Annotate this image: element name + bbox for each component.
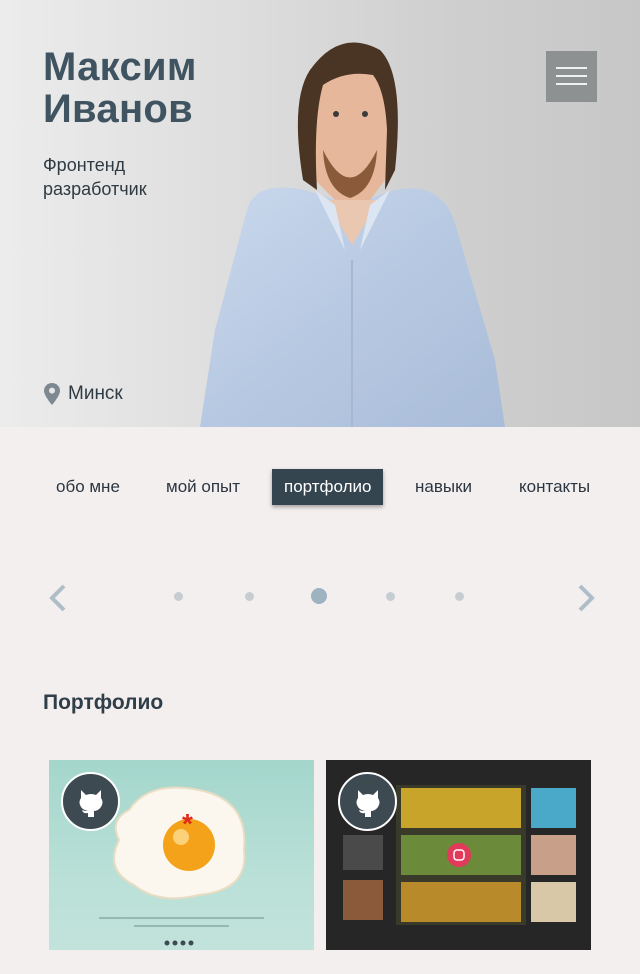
first-name: Максим xyxy=(43,45,197,89)
github-link[interactable] xyxy=(61,772,120,831)
location: Минск xyxy=(44,383,123,405)
nav-slider xyxy=(0,575,640,620)
chevron-right-icon[interactable] xyxy=(572,583,598,613)
profile-photo xyxy=(200,42,505,427)
menu-icon-bar xyxy=(556,75,587,77)
location-label: Минск xyxy=(68,383,123,404)
location-pin-icon xyxy=(44,383,60,405)
hero-header: Максим Иванов Фронтенд разработчик Минск xyxy=(0,0,640,427)
tab-skills[interactable]: навыки xyxy=(403,469,484,505)
tab-about[interactable]: обо мне xyxy=(44,469,132,505)
role-line-1: Фронтенд xyxy=(43,155,126,175)
tab-experience[interactable]: мой опыт xyxy=(154,469,252,505)
last-name: Иванов xyxy=(43,87,194,131)
slider-dot-active[interactable] xyxy=(311,588,327,604)
tab-contacts[interactable]: контакты xyxy=(507,469,602,505)
menu-icon xyxy=(556,67,587,69)
svg-text:*: * xyxy=(182,808,193,839)
slider-dot-5[interactable] xyxy=(455,592,464,601)
slider-dot-2[interactable] xyxy=(245,592,254,601)
slider-dot-1[interactable] xyxy=(174,592,183,601)
menu-icon-bar xyxy=(556,83,587,85)
slider-dot-4[interactable] xyxy=(386,592,395,601)
github-icon xyxy=(79,789,102,817)
section-nav: обо мне мой опыт портфолио навыки контак… xyxy=(0,469,640,505)
chevron-left-icon[interactable] xyxy=(46,583,72,613)
profile-name: Максим Иванов xyxy=(43,46,197,130)
portfolio-card-egg[interactable]: * xyxy=(49,760,314,950)
portfolio-title: Портфолио xyxy=(43,691,164,714)
profile-role: Фронтенд разработчик xyxy=(43,153,147,201)
menu-button[interactable] xyxy=(546,51,597,102)
portfolio-card-kekstagram[interactable] xyxy=(326,760,591,950)
role-line-2: разработчик xyxy=(43,179,147,199)
github-link[interactable] xyxy=(338,772,397,831)
tab-portfolio[interactable]: портфолио xyxy=(272,469,384,505)
github-icon xyxy=(356,789,379,817)
